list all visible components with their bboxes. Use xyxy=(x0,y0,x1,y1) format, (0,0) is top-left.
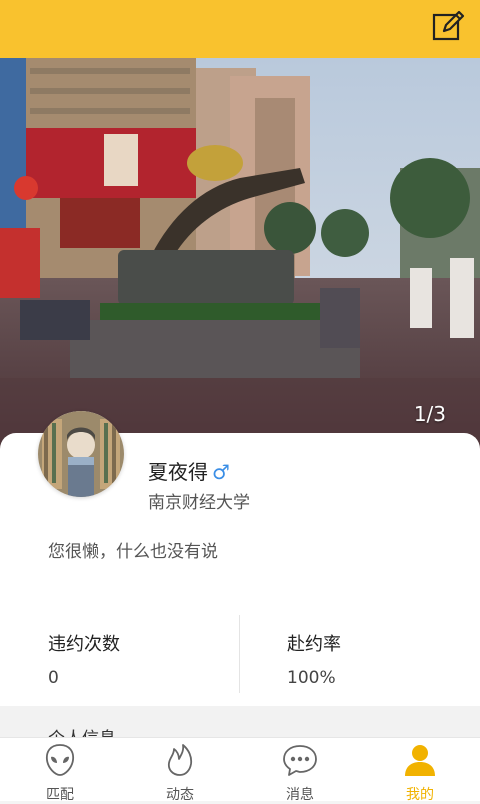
nav-label-me: 我的 xyxy=(406,787,434,803)
carousel-page-indicator: 1/3 xyxy=(413,402,446,426)
bio-text: 您很懒，什么也没有说 xyxy=(48,542,218,562)
cover-photo-carousel[interactable] xyxy=(0,58,480,450)
personal-info-section: 个人信息 xyxy=(0,706,480,738)
attendance-rate-label: 赴约率 xyxy=(287,634,341,655)
nav-label-feed: 动态 xyxy=(166,787,194,803)
flame-icon xyxy=(162,742,198,782)
attendance-rate-value: 100% xyxy=(287,668,336,688)
violations-label: 违约次数 xyxy=(48,634,120,655)
street-scene-image xyxy=(0,58,480,450)
stats-divider xyxy=(239,615,240,693)
nav-item-messages[interactable]: 消息 xyxy=(240,738,360,803)
top-bar xyxy=(0,0,480,58)
avatar[interactable] xyxy=(38,411,124,497)
nav-item-me[interactable]: 我的 xyxy=(360,738,480,803)
user-name-row: 夏夜得 ♂ xyxy=(148,456,230,485)
gender-male-icon: ♂ xyxy=(212,460,230,484)
nav-label-messages: 消息 xyxy=(286,787,314,803)
nav-label-match: 匹配 xyxy=(46,787,74,803)
person-icon xyxy=(402,742,438,782)
section-title: 个人信息 xyxy=(48,724,116,738)
violations-value: 0 xyxy=(48,668,59,688)
avatar-image xyxy=(38,411,124,497)
nav-item-feed[interactable]: 动态 xyxy=(120,738,240,803)
alien-icon xyxy=(42,742,78,782)
edit-profile-button[interactable] xyxy=(426,6,470,50)
chat-bubble-icon xyxy=(281,742,319,782)
nav-item-match[interactable]: 匹配 xyxy=(0,738,120,803)
user-name: 夏夜得 xyxy=(148,460,208,484)
edit-icon xyxy=(431,9,465,47)
school-name: 南京财经大学 xyxy=(148,493,250,513)
bottom-navigation: 匹配 动态 消息 我的 xyxy=(0,737,480,803)
